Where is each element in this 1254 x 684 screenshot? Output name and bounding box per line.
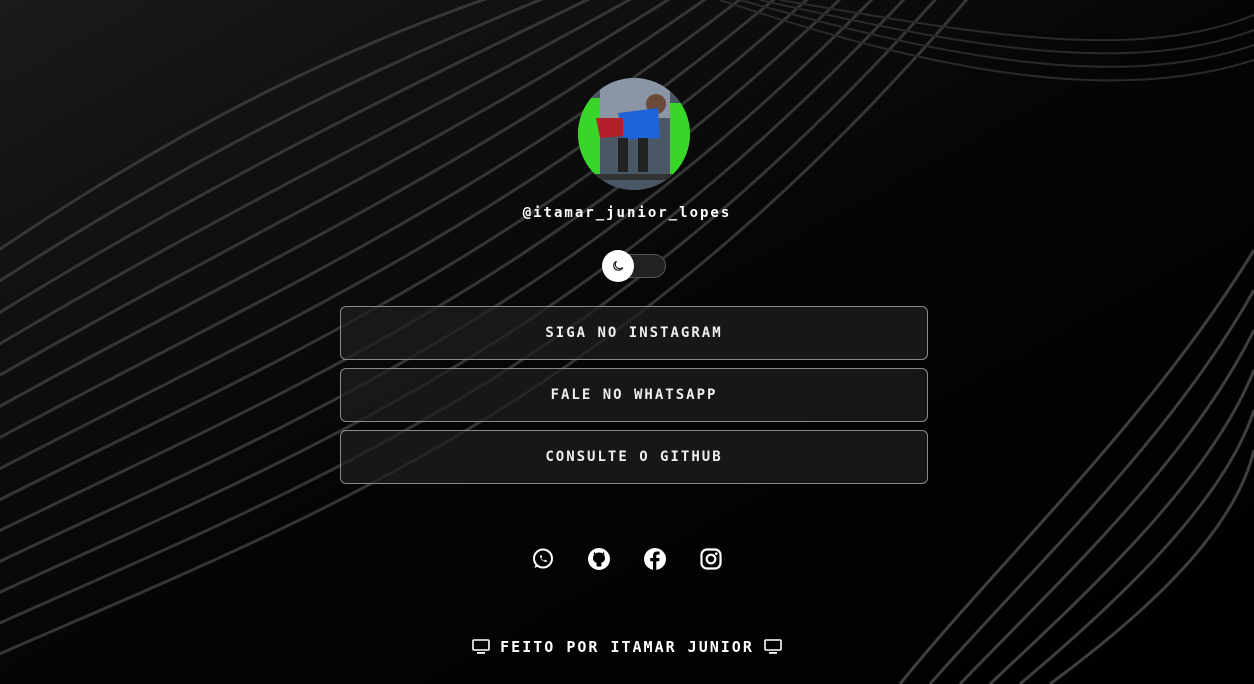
github-link-button[interactable]: CONSULTE O GITHUB (340, 430, 928, 484)
github-icon[interactable] (587, 547, 611, 571)
computer-icon (764, 639, 782, 654)
computer-icon (472, 639, 490, 654)
moon-icon (613, 260, 624, 271)
instagram-link-button[interactable]: SIGA NO INSTAGRAM (340, 306, 928, 360)
profile-photo (578, 78, 690, 190)
footer: FEITO POR ITAMAR JUNIOR (0, 638, 1254, 656)
profile-handle: @itamar_junior_lopes (522, 205, 732, 221)
whatsapp-icon[interactable] (531, 547, 555, 571)
whatsapp-link-button[interactable]: FALE NO WHATSAPP (340, 368, 928, 422)
instagram-icon[interactable] (699, 547, 723, 571)
footer-text: FEITO POR ITAMAR JUNIOR (500, 638, 754, 656)
avatar (578, 78, 690, 190)
theme-toggle-knob[interactable] (602, 250, 634, 282)
social-icons (0, 547, 1254, 571)
facebook-icon[interactable] (643, 547, 667, 571)
